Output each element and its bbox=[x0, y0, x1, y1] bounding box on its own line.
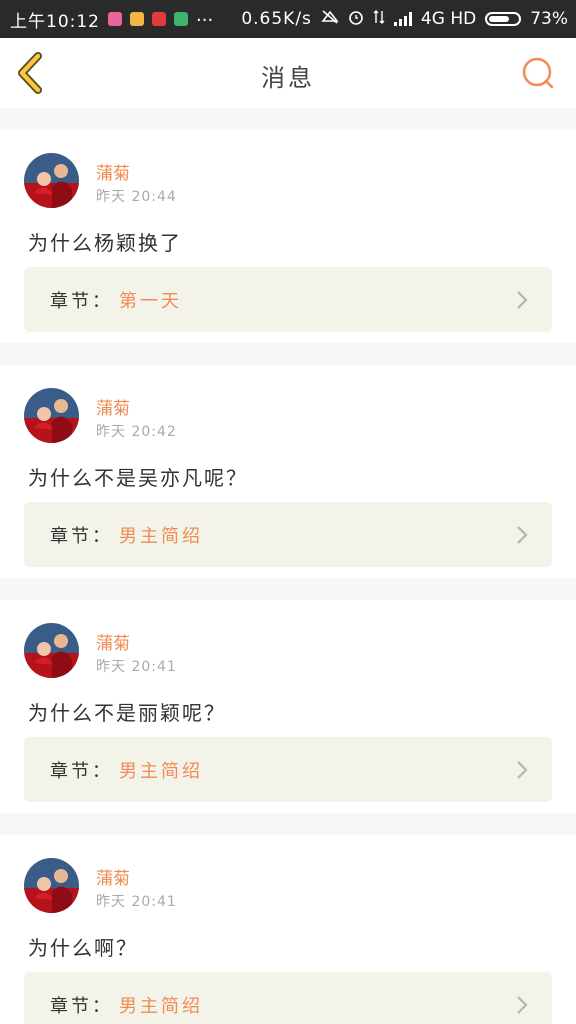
screen: 上午10:12 ... 0.65K/s 4G HD 73% 消息 蒲菊 昨天 2… bbox=[0, 0, 576, 1024]
chapter-link[interactable]: 章节： 男主简绍 bbox=[24, 737, 552, 802]
message-card: 蒲菊 昨天 20:41 为什么不是丽颖呢？ 章节： 男主简绍 bbox=[0, 600, 576, 813]
chevron-right-icon bbox=[517, 996, 528, 1014]
username[interactable]: 蒲菊 bbox=[96, 159, 130, 184]
message-card: 蒲菊 昨天 20:44 为什么杨颖换了 章节： 第一天 bbox=[0, 130, 576, 343]
chapter-name: 男主简绍 bbox=[119, 995, 203, 1017]
mute-icon bbox=[321, 9, 339, 29]
card-divider bbox=[0, 343, 576, 365]
message-time: 昨天 20:42 bbox=[96, 424, 177, 440]
app-notification-icon bbox=[108, 12, 122, 26]
alarm-icon bbox=[348, 9, 364, 29]
avatar[interactable] bbox=[24, 858, 79, 913]
username[interactable]: 蒲菊 bbox=[96, 629, 130, 654]
battery-icon bbox=[485, 12, 522, 26]
chapter-link[interactable]: 章节： 男主简绍 bbox=[24, 972, 552, 1024]
chevron-right-icon bbox=[517, 526, 528, 544]
message-list: 蒲菊 昨天 20:44 为什么杨颖换了 章节： 第一天 蒲菊 昨天 20:42 … bbox=[0, 108, 576, 1024]
status-bar: 上午10:12 ... 0.65K/s 4G HD 73% bbox=[0, 0, 576, 38]
chapter-label: 章节： bbox=[50, 995, 113, 1017]
chevron-right-icon bbox=[517, 291, 528, 309]
chapter-name: 第一天 bbox=[119, 290, 182, 312]
avatar[interactable] bbox=[24, 153, 79, 208]
avatar[interactable] bbox=[24, 623, 79, 678]
message-card: 蒲菊 昨天 20:41 为什么啊？ 章节： 男主简绍 bbox=[0, 835, 576, 1024]
card-divider bbox=[0, 813, 576, 835]
card-divider bbox=[0, 108, 576, 130]
message-card: 蒲菊 昨天 20:42 为什么不是吴亦凡呢？ 章节： 男主简绍 bbox=[0, 365, 576, 578]
message-time: 昨天 20:41 bbox=[96, 659, 177, 675]
chapter-label: 章节： bbox=[50, 760, 113, 782]
app-notification-icon bbox=[174, 12, 188, 26]
search-button[interactable] bbox=[520, 55, 556, 91]
message-text: 为什么不是丽颖呢？ bbox=[28, 701, 226, 725]
more-notifications: ... bbox=[196, 5, 214, 26]
weibo-icon bbox=[152, 12, 166, 26]
card-divider bbox=[0, 578, 576, 600]
signal-strength-icon bbox=[393, 12, 412, 26]
chapter-link[interactable]: 章节： 第一天 bbox=[24, 267, 552, 332]
message-time: 昨天 20:44 bbox=[96, 189, 177, 205]
battery-level-fill bbox=[489, 16, 510, 22]
network-type: 4G HD bbox=[420, 9, 477, 29]
chapter-link[interactable]: 章节： 男主简绍 bbox=[24, 502, 552, 567]
username[interactable]: 蒲菊 bbox=[96, 864, 130, 889]
message-text: 为什么不是吴亦凡呢？ bbox=[28, 466, 248, 490]
header-bar: 消息 bbox=[0, 38, 576, 109]
status-bar-left: 上午10:12 ... bbox=[0, 7, 213, 32]
page-title: 消息 bbox=[261, 64, 315, 92]
chapter-name: 男主简绍 bbox=[119, 760, 203, 782]
username[interactable]: 蒲菊 bbox=[96, 394, 130, 419]
message-text: 为什么啊？ bbox=[28, 936, 138, 960]
chapter-label: 章节： bbox=[50, 525, 113, 547]
chevron-right-icon bbox=[517, 761, 528, 779]
status-bar-right: 0.65K/s 4G HD 73% bbox=[241, 9, 576, 29]
message-text: 为什么杨颖换了 bbox=[28, 231, 182, 255]
message-time: 昨天 20:41 bbox=[96, 894, 177, 910]
data-transfer-icon bbox=[373, 9, 385, 29]
app-notification-icon bbox=[130, 12, 144, 26]
status-time: 上午10:12 bbox=[10, 11, 100, 32]
search-icon bbox=[522, 57, 554, 89]
battery-percent: 73% bbox=[530, 9, 568, 29]
chapter-label: 章节： bbox=[50, 290, 113, 312]
network-speed: 0.65K/s bbox=[241, 9, 312, 29]
chapter-name: 男主简绍 bbox=[119, 525, 203, 547]
avatar[interactable] bbox=[24, 388, 79, 443]
